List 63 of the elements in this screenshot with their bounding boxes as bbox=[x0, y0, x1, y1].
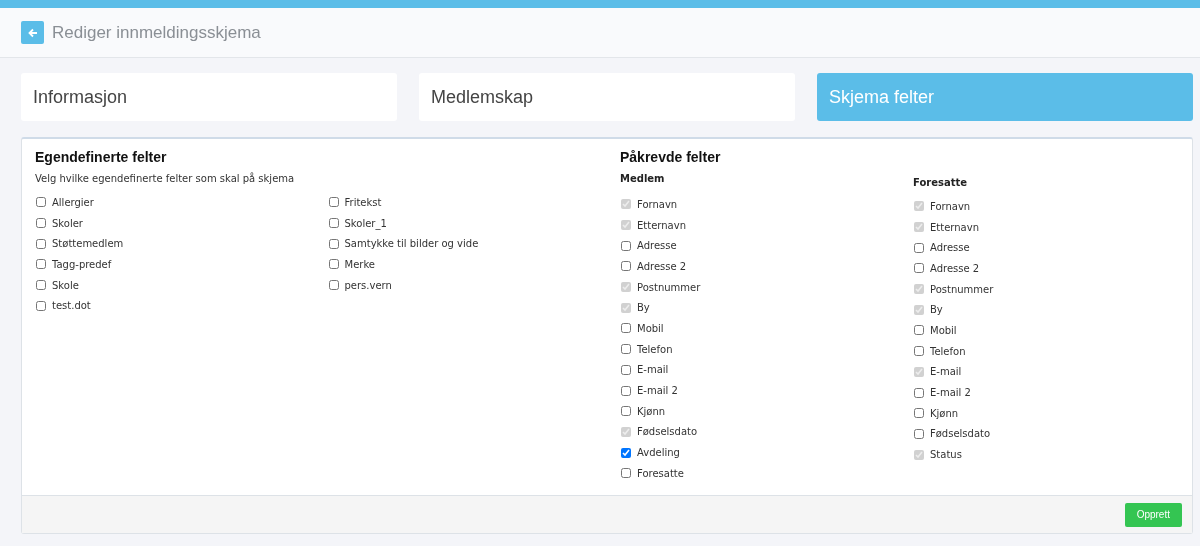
checkbox-row[interactable]: E-mail 2 bbox=[913, 382, 1200, 403]
checkbox[interactable] bbox=[621, 468, 631, 479]
checkbox[interactable] bbox=[621, 323, 631, 334]
group-heading: Foresatte bbox=[913, 177, 969, 188]
checkbox-row[interactable]: Samtykke til bilder og vide bbox=[327, 233, 620, 255]
checkbox-row[interactable]: pers.vern bbox=[327, 274, 620, 296]
checkbox[interactable] bbox=[914, 346, 924, 357]
checkbox-row[interactable]: Foresatte bbox=[620, 462, 913, 484]
checkbox[interactable] bbox=[328, 197, 339, 208]
checkbox-row[interactable]: Mobil bbox=[913, 320, 1200, 341]
checkbox-row[interactable]: Skoler_1 bbox=[327, 212, 620, 234]
checkbox[interactable] bbox=[621, 364, 631, 375]
checkbox-row[interactable]: Telefon bbox=[913, 340, 1200, 362]
checkbox-row[interactable]: Avdeling bbox=[620, 442, 913, 463]
checkbox-row[interactable]: Kjønn bbox=[620, 400, 913, 422]
checkbox-row[interactable]: Adresse bbox=[620, 235, 913, 257]
checkbox[interactable] bbox=[914, 408, 924, 419]
checkbox[interactable] bbox=[621, 240, 631, 251]
section-description: Velg hvilke egendefinerte felter som skal på skjema bbox=[35, 173, 296, 184]
checkbox-row[interactable]: E-mail bbox=[620, 359, 913, 381]
checkbox-row[interactable]: Fritekst bbox=[327, 192, 620, 213]
checkbox-row[interactable]: Fødselsdato bbox=[913, 423, 1200, 445]
tab[interactable]: Medlemskap bbox=[419, 73, 795, 121]
checkbox[interactable] bbox=[914, 242, 924, 253]
checkbox-row[interactable]: Mobil bbox=[620, 318, 913, 339]
arrow-left-icon bbox=[27, 27, 38, 38]
checkbox-row[interactable]: Kjønn bbox=[913, 402, 1200, 424]
checkbox[interactable] bbox=[914, 325, 924, 336]
section-heading: Påkrevde felter bbox=[620, 149, 722, 165]
checkbox[interactable] bbox=[621, 406, 631, 417]
checkbox[interactable] bbox=[914, 387, 924, 398]
checkbox-row[interactable]: E-mail 2 bbox=[620, 380, 913, 401]
checkbox-row[interactable]: Skoler bbox=[35, 212, 328, 234]
checkbox[interactable] bbox=[36, 280, 46, 291]
checkbox[interactable] bbox=[328, 218, 339, 229]
checkbox[interactable] bbox=[328, 259, 339, 270]
checkbox[interactable] bbox=[621, 344, 631, 355]
section-heading: Egendefinerte felter bbox=[35, 149, 168, 165]
checkbox[interactable] bbox=[621, 385, 631, 396]
checkbox-row[interactable]: Skole bbox=[35, 274, 328, 296]
checkbox-row[interactable]: Adresse 2 bbox=[620, 256, 913, 277]
checkbox[interactable] bbox=[36, 218, 46, 229]
checkbox[interactable] bbox=[914, 428, 924, 439]
checkbox[interactable] bbox=[36, 238, 46, 249]
checkbox[interactable] bbox=[328, 280, 339, 291]
checkbox-row[interactable]: test.dot bbox=[35, 295, 328, 317]
checkbox[interactable] bbox=[36, 300, 46, 311]
checkbox[interactable] bbox=[914, 263, 924, 274]
page-title: Rediger innmeldingsskjema bbox=[52, 22, 261, 43]
checkbox-row[interactable]: Telefon bbox=[620, 338, 913, 360]
checkbox-row[interactable]: Støttemedlem bbox=[35, 233, 328, 255]
checkbox[interactable] bbox=[328, 238, 339, 249]
checkbox[interactable] bbox=[621, 261, 631, 272]
checkbox[interactable] bbox=[36, 259, 46, 270]
checkbox-row[interactable]: Adresse bbox=[913, 237, 1200, 259]
checkbox-row[interactable]: Adresse 2 bbox=[913, 258, 1200, 279]
tab[interactable]: Informasjon bbox=[21, 73, 397, 121]
group-heading: Medlem bbox=[620, 173, 666, 184]
checkbox-row[interactable]: Tagg-predef bbox=[35, 254, 328, 275]
checkbox-row[interactable]: Allergier bbox=[35, 192, 328, 213]
checkbox[interactable] bbox=[621, 447, 631, 458]
checkbox-row[interactable]: Merke bbox=[327, 254, 620, 275]
checkbox[interactable] bbox=[36, 197, 46, 208]
